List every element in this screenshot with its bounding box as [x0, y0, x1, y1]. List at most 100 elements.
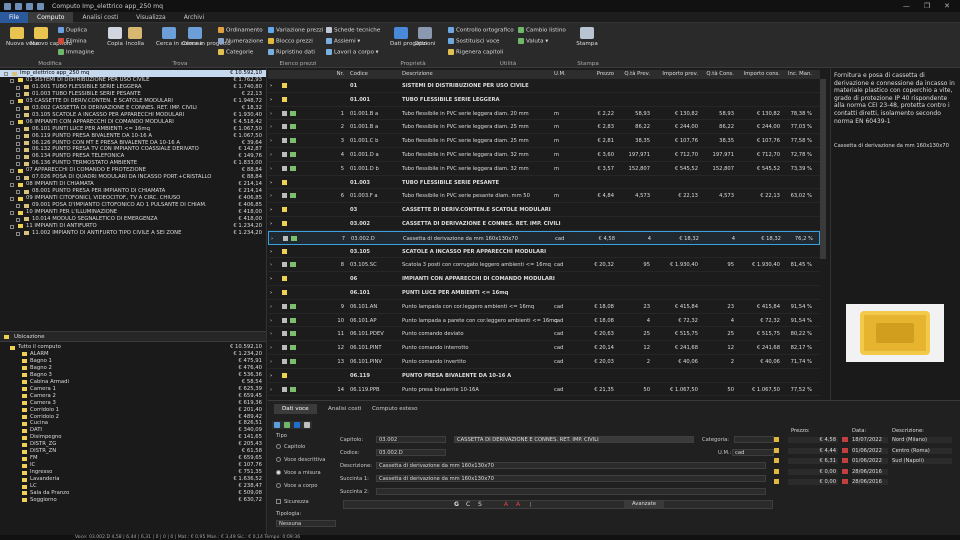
price-desc[interactable]: Nord (Milano) [892, 437, 952, 443]
row-expand-icon[interactable]: › [270, 180, 272, 186]
row-expand-icon[interactable]: › [270, 331, 272, 337]
grid-row[interactable]: › 1 01.001.B a Tubo flessibile in PVC serie… [268, 107, 820, 121]
price-row[interactable]: € 0,00 28/06/2016 [774, 468, 960, 476]
price-date[interactable]: 18/07/2022 [852, 437, 888, 443]
lump-sum-button[interactable]: Lavori a corpo ▾ [326, 49, 378, 56]
price-row[interactable]: € 6,31 01/06/2022 Sud (Napoli) [774, 457, 960, 465]
column-header[interactable]: Q.tà Cons. [700, 71, 734, 77]
grid-row[interactable]: ›06.126PUNTO CON MT E PRESA BIVALENTE DA… [268, 396, 820, 399]
price-desc[interactable]: Sud (Napoli) [892, 458, 952, 464]
column-header[interactable]: Descrizione [402, 71, 552, 77]
expand-icon[interactable] [16, 176, 20, 181]
expand-icon[interactable] [10, 211, 14, 215]
tree-item[interactable]: 08 IMPIANTI DI CHIAMATA € 214,14 [0, 181, 266, 188]
tree-item[interactable]: 06 IMPIANTI CON APPARECCHI DI COMANDO MO… [0, 119, 266, 126]
tree-item[interactable]: 01.003 TUBO FLESSIBILE SERIE PESANTE € 22… [0, 91, 266, 98]
project-data-button[interactable]: Dati progetto [390, 27, 427, 47]
row-expand-icon[interactable]: › [270, 166, 272, 172]
capitolo-code-field[interactable]: 03.002 [376, 436, 446, 443]
tipo-voce-a-corpo[interactable]: Voce a corpo [276, 483, 317, 489]
grid-scrollbar[interactable] [820, 79, 826, 259]
regenerate-chapters-button[interactable]: Rigenera capitoli [448, 49, 503, 56]
expand-icon[interactable] [10, 169, 14, 174]
strike-icon[interactable]: S [478, 501, 482, 508]
expand-icon[interactable] [16, 134, 20, 139]
delete-button[interactable]: Elimina [58, 38, 87, 45]
location-item[interactable]: Soggiorno € 630,72 [0, 497, 266, 504]
location-item[interactable]: Bagno 3 € 536,36 [0, 372, 266, 379]
location-item[interactable]: Camera 3 € 619,36 [0, 400, 266, 407]
image-button[interactable]: Immagine [58, 49, 94, 56]
highlight-icon[interactable]: A [516, 501, 520, 508]
expand-icon[interactable] [16, 155, 20, 160]
expand-icon[interactable] [16, 217, 20, 222]
tree-item[interactable]: 08.001 PUNTO PRESA PER IMPIANTO DI CHIAM… [0, 188, 266, 195]
sicurezza-checkbox[interactable]: Sicurezza [276, 499, 309, 505]
codice-field[interactable]: 03.002.D [376, 449, 446, 456]
row-expand-icon[interactable]: › [270, 359, 272, 365]
location-item[interactable]: FM € 659,65 [0, 455, 266, 462]
edit-icon[interactable] [274, 421, 280, 428]
location-item[interactable]: Disimpegno € 141,65 [0, 434, 266, 441]
location-item[interactable]: Corridoio 1 € 201,40 [0, 407, 266, 414]
column-header[interactable]: U.M. [554, 71, 574, 77]
price-value[interactable]: € 4,58 [788, 437, 838, 443]
spellcheck-button[interactable]: Controllo ortografico [448, 27, 514, 34]
new-item-button[interactable]: Nuova voce [6, 27, 39, 47]
expand-icon[interactable] [16, 190, 20, 195]
row-expand-icon[interactable]: › [270, 276, 272, 282]
search-project-button[interactable]: Cerca in progetto [182, 27, 231, 47]
price-row[interactable]: € 4,58 18/07/2022 Nord (Milano) [774, 436, 960, 444]
expand-icon[interactable] [4, 72, 8, 76]
location-item[interactable]: DISTR_ZN € 61,58 [0, 448, 266, 455]
price-date[interactable]: 01/06/2022 [852, 447, 888, 454]
maximize-button[interactable]: ❐ [924, 2, 930, 10]
price-date[interactable]: 28/06/2016 [852, 468, 888, 475]
column-header[interactable]: Inc. Man. [780, 71, 812, 77]
location-item[interactable]: Bagno 1 € 475,91 [0, 358, 266, 365]
tab-dati-voce[interactable]: Dati voce [274, 404, 317, 414]
column-header[interactable]: Importo prev. [654, 71, 698, 77]
expand-icon[interactable] [16, 231, 20, 236]
assemblies-button[interactable]: Assiemi ▾ [326, 38, 360, 45]
grid-row[interactable]: › 10 06.101.AP Punto lampada a parete con c… [268, 314, 820, 328]
location-item[interactable]: Sala da Pranzo € 509,08 [0, 490, 266, 497]
expand-icon[interactable] [16, 148, 20, 153]
row-expand-icon[interactable]: › [270, 387, 272, 393]
copy-button[interactable]: Copia [104, 27, 126, 47]
expand-icon[interactable] [16, 127, 20, 132]
expand-icon[interactable] [16, 162, 20, 167]
expand-icon[interactable] [10, 120, 14, 125]
column-header[interactable]: Q.tà Prev. [616, 71, 650, 77]
change-list-button[interactable]: Cambio listino [518, 27, 566, 34]
tab-archivi[interactable]: Archivi [175, 12, 213, 23]
tree-item[interactable]: 11 IMPIANTI DI ANTIFURTO € 1.234,20 [0, 223, 266, 230]
row-expand-icon[interactable]: › [270, 111, 272, 117]
grid-row[interactable]: › 11 06.101.PDEV Punto comando deviato cad € … [268, 327, 820, 342]
tipologia-select[interactable]: Nessuna [276, 520, 336, 527]
tree-item[interactable]: 01 SISTEMI DI DISTRIBUZIONE PER USO CIVI… [0, 77, 266, 84]
column-header[interactable]: Codice [350, 71, 398, 77]
price-date[interactable]: 01/06/2022 [852, 458, 888, 464]
tree-item[interactable]: 03 CASSETTE DI DERIV.CONTEN. E SCATOLE M… [0, 98, 266, 105]
location-item[interactable]: IC € 107,76 [0, 462, 266, 469]
row-expand-icon[interactable]: › [270, 345, 272, 351]
price-value[interactable]: € 0,00 [788, 479, 838, 485]
price-variation-button[interactable]: Variazione prezzi [268, 27, 323, 34]
categories-button[interactable]: Categorie [218, 49, 253, 56]
location-item[interactable]: Camera 1 € 625,39 [0, 386, 266, 393]
row-expand-icon[interactable]: › [270, 97, 272, 103]
duplicate-button[interactable]: Duplica [58, 27, 87, 34]
grid-row[interactable]: › 3 01.001.C b Tubo flessibile in PVC serie… [268, 134, 820, 148]
price-row[interactable]: € 0,00 28/06/2016 [774, 478, 960, 486]
price-value[interactable]: € 4,44 [788, 447, 838, 454]
grid-row[interactable]: › 01 SISTEMI DI DISTRIBUZIONE PER USO CIVI… [268, 79, 820, 93]
expand-icon[interactable] [16, 204, 20, 209]
row-expand-icon[interactable]: › [271, 236, 273, 242]
lock-icon[interactable] [774, 479, 779, 484]
row-expand-icon[interactable]: › [270, 193, 272, 199]
row-expand-icon[interactable]: › [270, 290, 272, 296]
expand-icon[interactable] [10, 197, 14, 202]
lock-icon[interactable] [774, 468, 779, 474]
expand-icon[interactable] [10, 99, 14, 104]
